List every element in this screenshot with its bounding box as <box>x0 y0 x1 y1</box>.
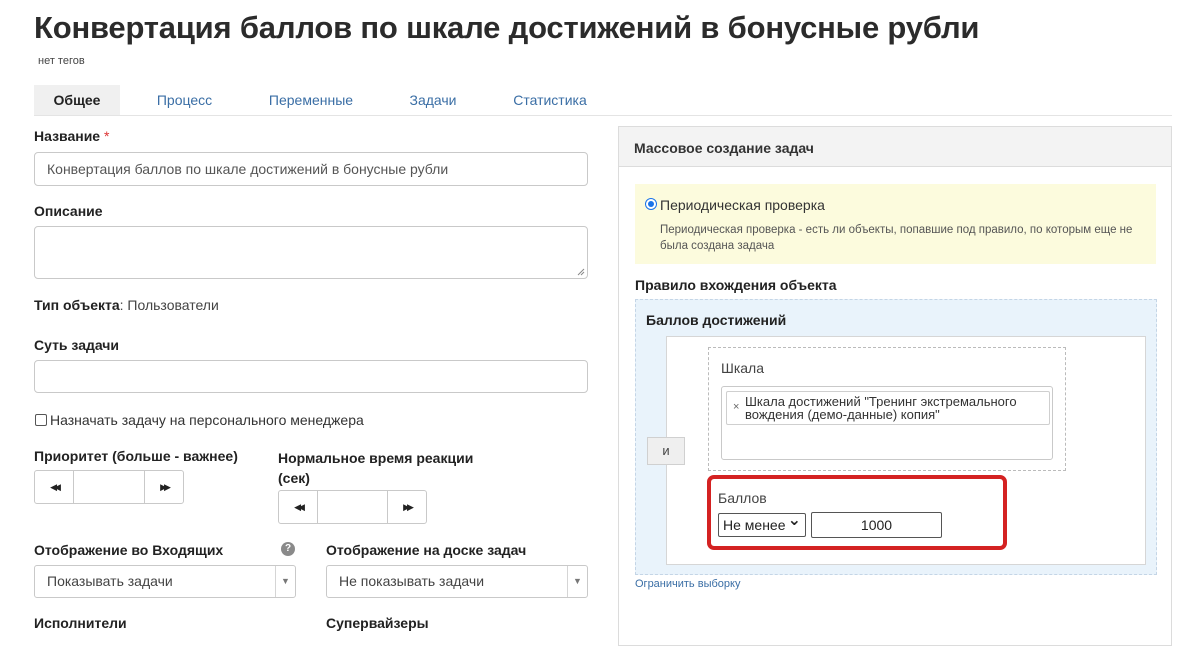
reaction-time-stepper: ◀◀ ▶▶ <box>278 490 427 524</box>
help-icon[interactable]: ? <box>281 542 295 556</box>
periodic-check-option: Периодическая проверка Периодическая про… <box>635 184 1156 264</box>
inbox-display-select[interactable]: Показывать задачи ▼ <box>34 565 296 598</box>
tab-process[interactable]: Процесс <box>142 85 227 115</box>
object-type-row: Тип объекта: Пользователи <box>34 297 219 313</box>
name-label: Название * <box>34 128 110 144</box>
supervisors-label: Супервайзеры <box>326 615 429 631</box>
limit-selection-link[interactable]: Ограничить выборку <box>635 578 740 590</box>
name-input[interactable]: Конвертация баллов по шкале достижений в… <box>34 152 588 186</box>
priority-label: Приоритет (больше - важнее) <box>34 448 238 464</box>
and-operator-button[interactable]: и <box>647 437 685 465</box>
tags-label: нет тегов <box>38 55 85 67</box>
essence-label: Суть задачи <box>34 337 120 353</box>
dropdown-arrow-icon: ▼ <box>275 566 295 597</box>
rewind-icon[interactable]: ◀◀ <box>35 471 73 503</box>
priority-input[interactable] <box>73 471 145 503</box>
tab-variables[interactable]: Переменные <box>256 85 366 115</box>
periodic-check-radio[interactable] <box>645 198 657 210</box>
periodic-check-label[interactable]: Периодическая проверка <box>660 197 825 213</box>
page-title: Конвертация баллов по шкале достижений в… <box>34 10 980 45</box>
rewind-icon[interactable]: ◀◀ <box>279 491 317 523</box>
object-type-value: Пользователи <box>127 297 219 313</box>
reaction-time-label: Нормальное время реакции (сек) <box>278 450 474 486</box>
scale-chip-label: Шкала достижений "Тренинг экстремального… <box>745 394 1017 422</box>
resize-handle-icon[interactable] <box>577 268 585 276</box>
assign-manager-checkbox[interactable] <box>35 414 47 426</box>
essence-input[interactable] <box>34 360 588 393</box>
rule-group-title: Баллов достижений <box>646 312 787 328</box>
fast-forward-icon[interactable]: ▶▶ <box>388 491 426 523</box>
panel-header: Массовое создание задач <box>619 127 1171 167</box>
board-display-label: Отображение на доске задач <box>326 542 527 558</box>
required-mark: * <box>103 128 110 144</box>
priority-stepper: ◀◀ ▶▶ <box>34 470 184 504</box>
scale-condition: Шкала × Шкала достижений "Тренинг экстре… <box>708 347 1066 471</box>
reaction-time-input[interactable] <box>317 491 388 523</box>
panel-title: Массовое создание задач <box>634 140 814 156</box>
highlight-frame <box>707 475 1007 550</box>
periodic-check-description: Периодическая проверка - есть ли объекты… <box>660 224 1133 252</box>
dropdown-arrow-icon: ▼ <box>567 566 587 597</box>
inbox-display-label: Отображение во Входящих <box>34 542 224 558</box>
tab-statistics[interactable]: Статистика <box>500 85 600 115</box>
remove-chip-icon[interactable]: × <box>733 401 739 414</box>
scale-chip: × Шкала достижений "Тренинг экстремально… <box>726 391 1050 425</box>
description-textarea[interactable] <box>34 226 588 279</box>
fast-forward-icon[interactable]: ▶▶ <box>145 471 183 503</box>
scale-select[interactable]: × Шкала достижений "Тренинг экстремально… <box>721 386 1053 460</box>
scale-label: Шкала <box>721 360 765 376</box>
tab-bar: Общее Процесс Переменные Задачи Статисти… <box>34 85 1172 116</box>
tab-tasks[interactable]: Задачи <box>394 85 472 115</box>
board-display-select[interactable]: Не показывать задачи ▼ <box>326 565 588 598</box>
mass-creation-panel: Массовое создание задач Периодическая пр… <box>618 126 1172 646</box>
tab-general[interactable]: Общее <box>34 85 120 115</box>
description-label: Описание <box>34 203 103 219</box>
executors-label: Исполнители <box>34 615 127 631</box>
assign-manager-label: Назначать задачу на персонального менедж… <box>50 412 364 428</box>
rule-label: Правило вхождения объекта <box>635 277 837 293</box>
